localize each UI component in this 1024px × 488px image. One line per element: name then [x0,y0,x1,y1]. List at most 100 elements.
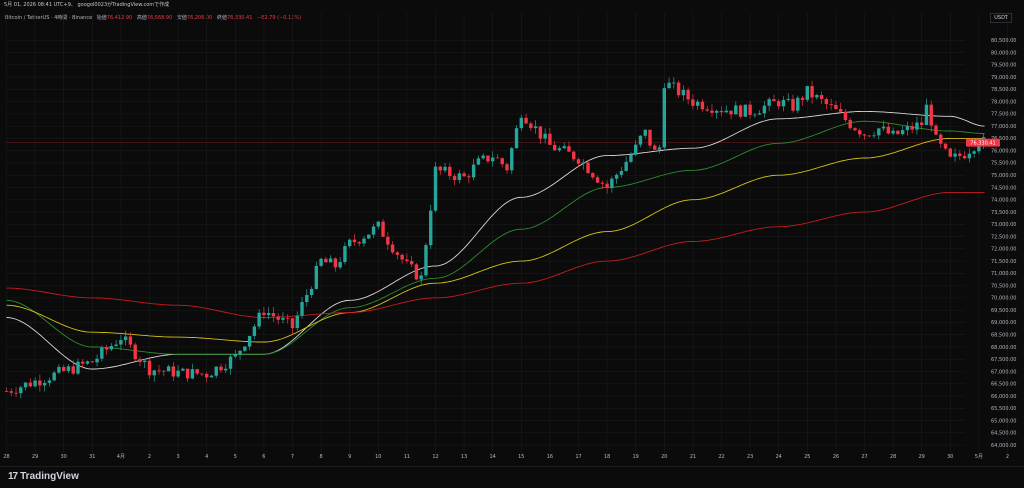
x-tick-label: 31 [89,454,95,460]
candle-body [262,312,266,315]
candle-body [538,126,543,139]
candle-body [405,259,409,262]
x-tick-label: 13 [461,454,467,460]
candle-body [429,210,433,246]
candle-body [924,104,929,126]
candle-body [915,122,919,130]
y-tick-label: 75,500.00 [991,161,1016,167]
tradingview-logo[interactable]: 17 TradingView [8,471,79,482]
candle-body [767,99,771,106]
candle-body [471,164,476,178]
candle-body [529,123,533,129]
candle-body [662,88,666,148]
candle-body [943,143,948,149]
candle-body [271,313,276,317]
candle-body [224,368,228,371]
candle-body [581,162,585,164]
candle-body [228,356,233,369]
x-tick-label: 26 [833,454,839,460]
candle-body [42,382,47,386]
x-tick-label: 29 [32,454,38,460]
candle-body [257,312,261,327]
y-tick-label: 73,000.00 [991,222,1016,228]
y-tick-label: 80,500.00 [991,38,1016,44]
candle-body [896,130,900,135]
candle-body [810,86,814,98]
y-tick-label: 70,000.00 [991,296,1016,302]
x-tick-label: 9 [348,454,351,460]
candle-body [324,258,328,263]
y-tick-label: 73,500.00 [991,210,1016,216]
x-tick-label: 18 [604,454,610,460]
candle-body [104,347,109,350]
candle-body [605,183,609,188]
candle-body [862,134,867,136]
candle-body [162,370,166,372]
candle-body [791,98,795,111]
candle-body [929,104,933,126]
candle-body [891,130,895,134]
candle-body [233,353,237,357]
candle-body [486,155,490,162]
candle-body [114,344,118,346]
candle-body [386,236,390,245]
candle-body [452,176,457,181]
x-tick-label: 7 [291,454,294,460]
candle-body [314,265,319,289]
candle-body [348,239,352,247]
candle-body [619,170,624,175]
candle-body [462,173,466,177]
candle-body [147,360,152,376]
logo-text: TradingView [20,471,79,482]
moving-average-ma_long [6,191,985,318]
candle-body [591,173,595,178]
candle-body [152,370,156,376]
candle-body [400,254,404,260]
y-tick-label: 64,000.00 [991,443,1016,449]
candle-body [128,336,133,345]
x-tick-label: 28 [3,454,9,460]
candle-body [772,99,776,102]
y-tick-label: 74,500.00 [991,185,1016,191]
candle-body [738,105,743,117]
candle-body [362,238,366,244]
candle-body [66,366,71,371]
candle-body [724,110,728,113]
candle-body [495,157,500,159]
candle-body [81,361,85,364]
candle-body [171,366,176,377]
candle-body [572,151,576,160]
y-tick-label: 66,000.00 [991,394,1016,400]
candle-body [505,164,509,171]
candle-body [934,125,938,135]
candle-body [433,166,438,211]
candle-body [476,158,481,165]
candle-body [819,95,824,100]
candle-body [796,97,800,111]
candle-body [667,82,671,89]
candle-body [123,336,128,341]
price-chart[interactable]: 64,000.00 64,500.00 65,000.00 65,500.00 66,0… [0,0,1024,466]
candle-body [719,110,724,113]
candle-body [9,391,13,393]
candle-body [824,99,829,105]
candle-body [672,82,676,84]
candle-body [309,288,314,295]
candle-body [367,234,371,239]
y-tick-label: 77,500.00 [991,112,1016,118]
candle-body [443,166,447,171]
candle-body [214,366,218,376]
x-tick-label: 16 [547,454,553,460]
candle-body [834,104,838,110]
candle-body [338,262,342,268]
candle-body [448,166,452,177]
candle-body [700,101,705,110]
candle-body [409,261,414,265]
y-tick-label: 67,500.00 [991,357,1016,363]
y-tick-label: 65,500.00 [991,406,1016,412]
candle-body [691,99,695,106]
y-tick-label: 74,000.00 [991,198,1016,204]
candle-body [853,128,857,131]
candle-body [948,148,952,157]
candle-body [467,176,471,178]
